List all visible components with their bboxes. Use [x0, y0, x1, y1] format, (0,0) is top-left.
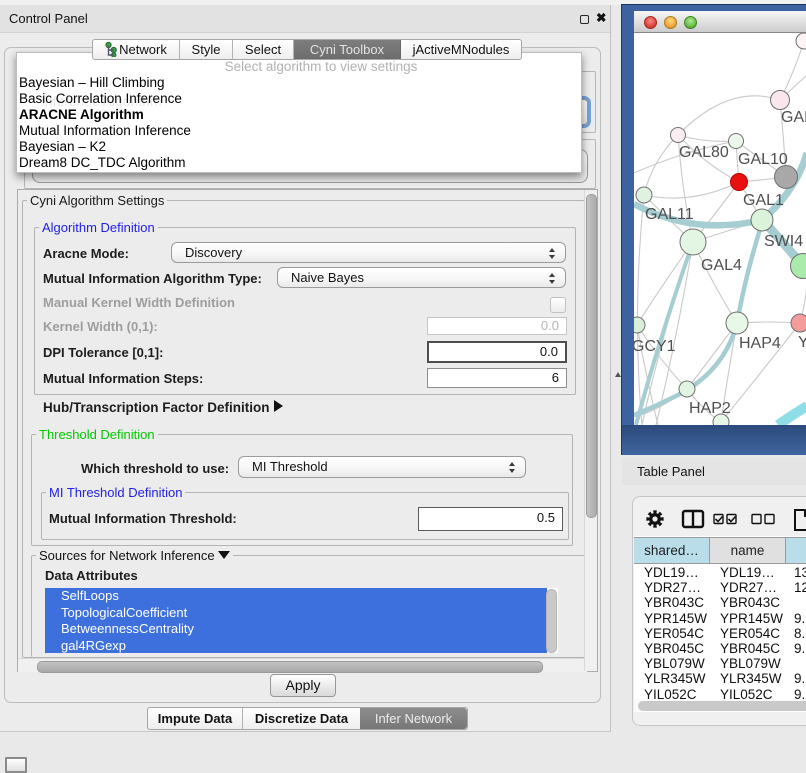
svg-text:Y: Y: [798, 334, 806, 351]
svg-text:HAP4: HAP4: [739, 335, 781, 352]
svg-text:GAL10: GAL10: [738, 151, 788, 168]
svg-text:GAL1: GAL1: [743, 192, 784, 209]
svg-text:GAL11: GAL11: [645, 206, 694, 223]
svg-text:GAL: GAL: [781, 109, 806, 126]
svg-text:GAL4: GAL4: [701, 257, 742, 274]
svg-text:GCY1: GCY1: [634, 338, 676, 355]
svg-text:SWI4: SWI4: [764, 233, 803, 250]
svg-text:HAP2: HAP2: [689, 400, 731, 417]
svg-text:GAL80: GAL80: [679, 144, 729, 161]
